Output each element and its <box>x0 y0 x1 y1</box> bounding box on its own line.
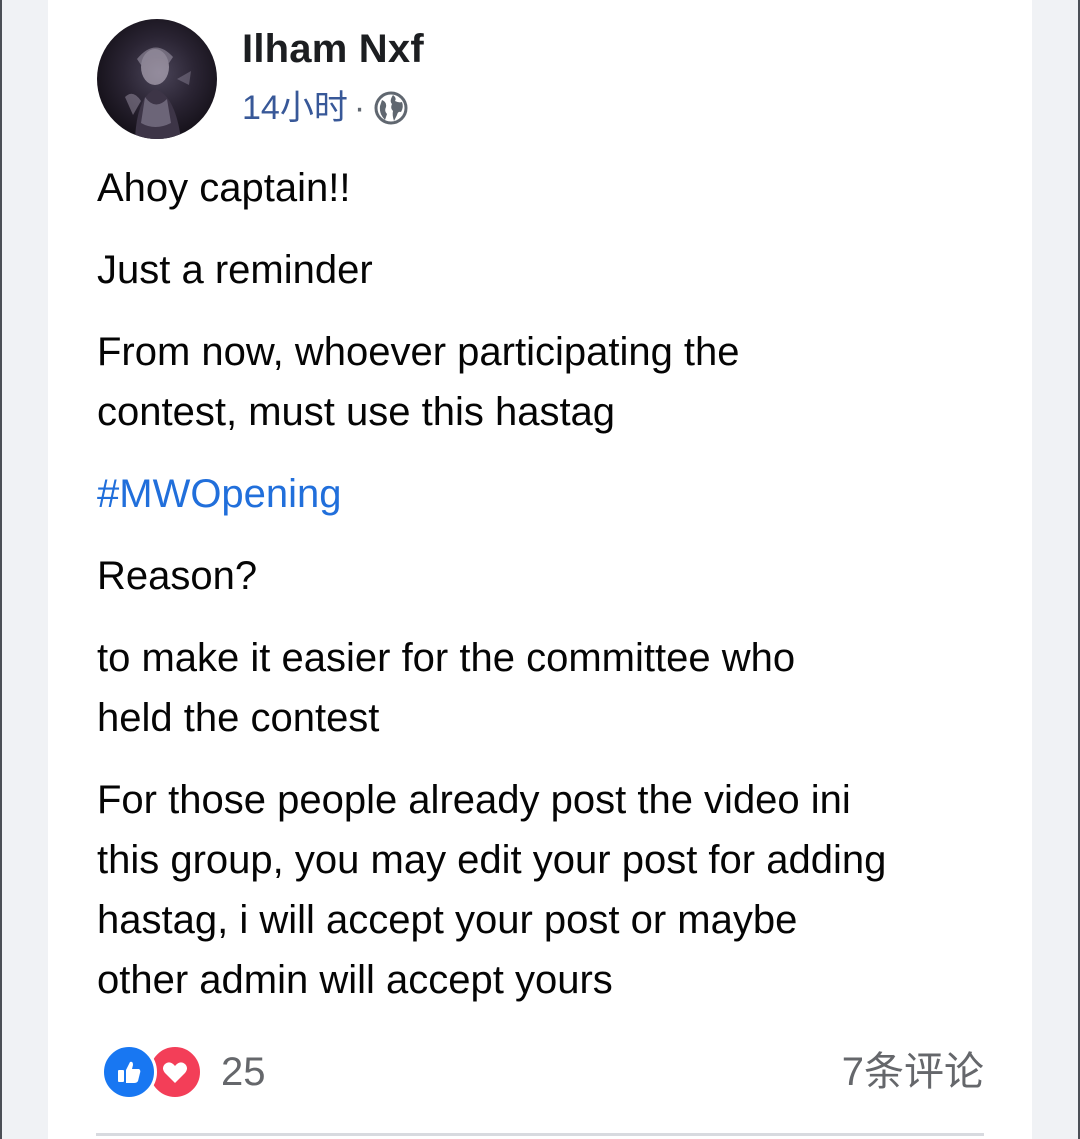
post-timestamp[interactable]: 14小时 <box>242 88 348 128</box>
left-background-edge <box>0 0 48 1139</box>
hashtag-link[interactable]: #MWOpening <box>97 472 342 516</box>
post-paragraph: Ahoy captain!! <box>97 166 351 210</box>
post-line: other admin will accept yours <box>97 958 613 1002</box>
post-paragraph: For those people already post the video … <box>97 770 997 1010</box>
post-line: to make it easier for the committee who <box>97 636 796 680</box>
meta-separator: · <box>353 89 366 127</box>
right-background-edge <box>1032 0 1080 1139</box>
post-line: From now, whoever participating the <box>97 330 740 374</box>
post-paragraph: to make it easier for the committee who h… <box>97 628 997 748</box>
like-icon <box>101 1044 157 1100</box>
post-paragraph: #MWOpening <box>97 464 997 524</box>
post-paragraph: From now, whoever participating the conte… <box>97 322 997 442</box>
post-paragraph: Reason? <box>97 554 258 598</box>
comments-count-link[interactable]: 7条评论 <box>842 1046 984 1098</box>
footer-divider <box>96 1133 984 1136</box>
post-line: contest, must use this hastag <box>97 390 616 434</box>
reaction-count: 25 <box>221 1049 266 1094</box>
author-avatar[interactable] <box>97 19 217 139</box>
author-name[interactable]: Ilham Nxf <box>242 26 424 72</box>
post-line: this group, you may edit your post for a… <box>97 838 887 882</box>
post-line: held the contest <box>97 696 380 740</box>
post-paragraph: Just a reminder <box>97 248 373 292</box>
post-line: hastag, i will accept your post or maybe <box>97 898 798 942</box>
globe-icon <box>373 90 409 126</box>
reactions-summary[interactable]: 25 <box>101 1044 266 1100</box>
post-text: Ahoy captain!! Just a reminder From now,… <box>97 158 997 1032</box>
post-meta: 14小时 · <box>242 88 409 128</box>
post-line: For those people already post the video … <box>97 778 851 822</box>
